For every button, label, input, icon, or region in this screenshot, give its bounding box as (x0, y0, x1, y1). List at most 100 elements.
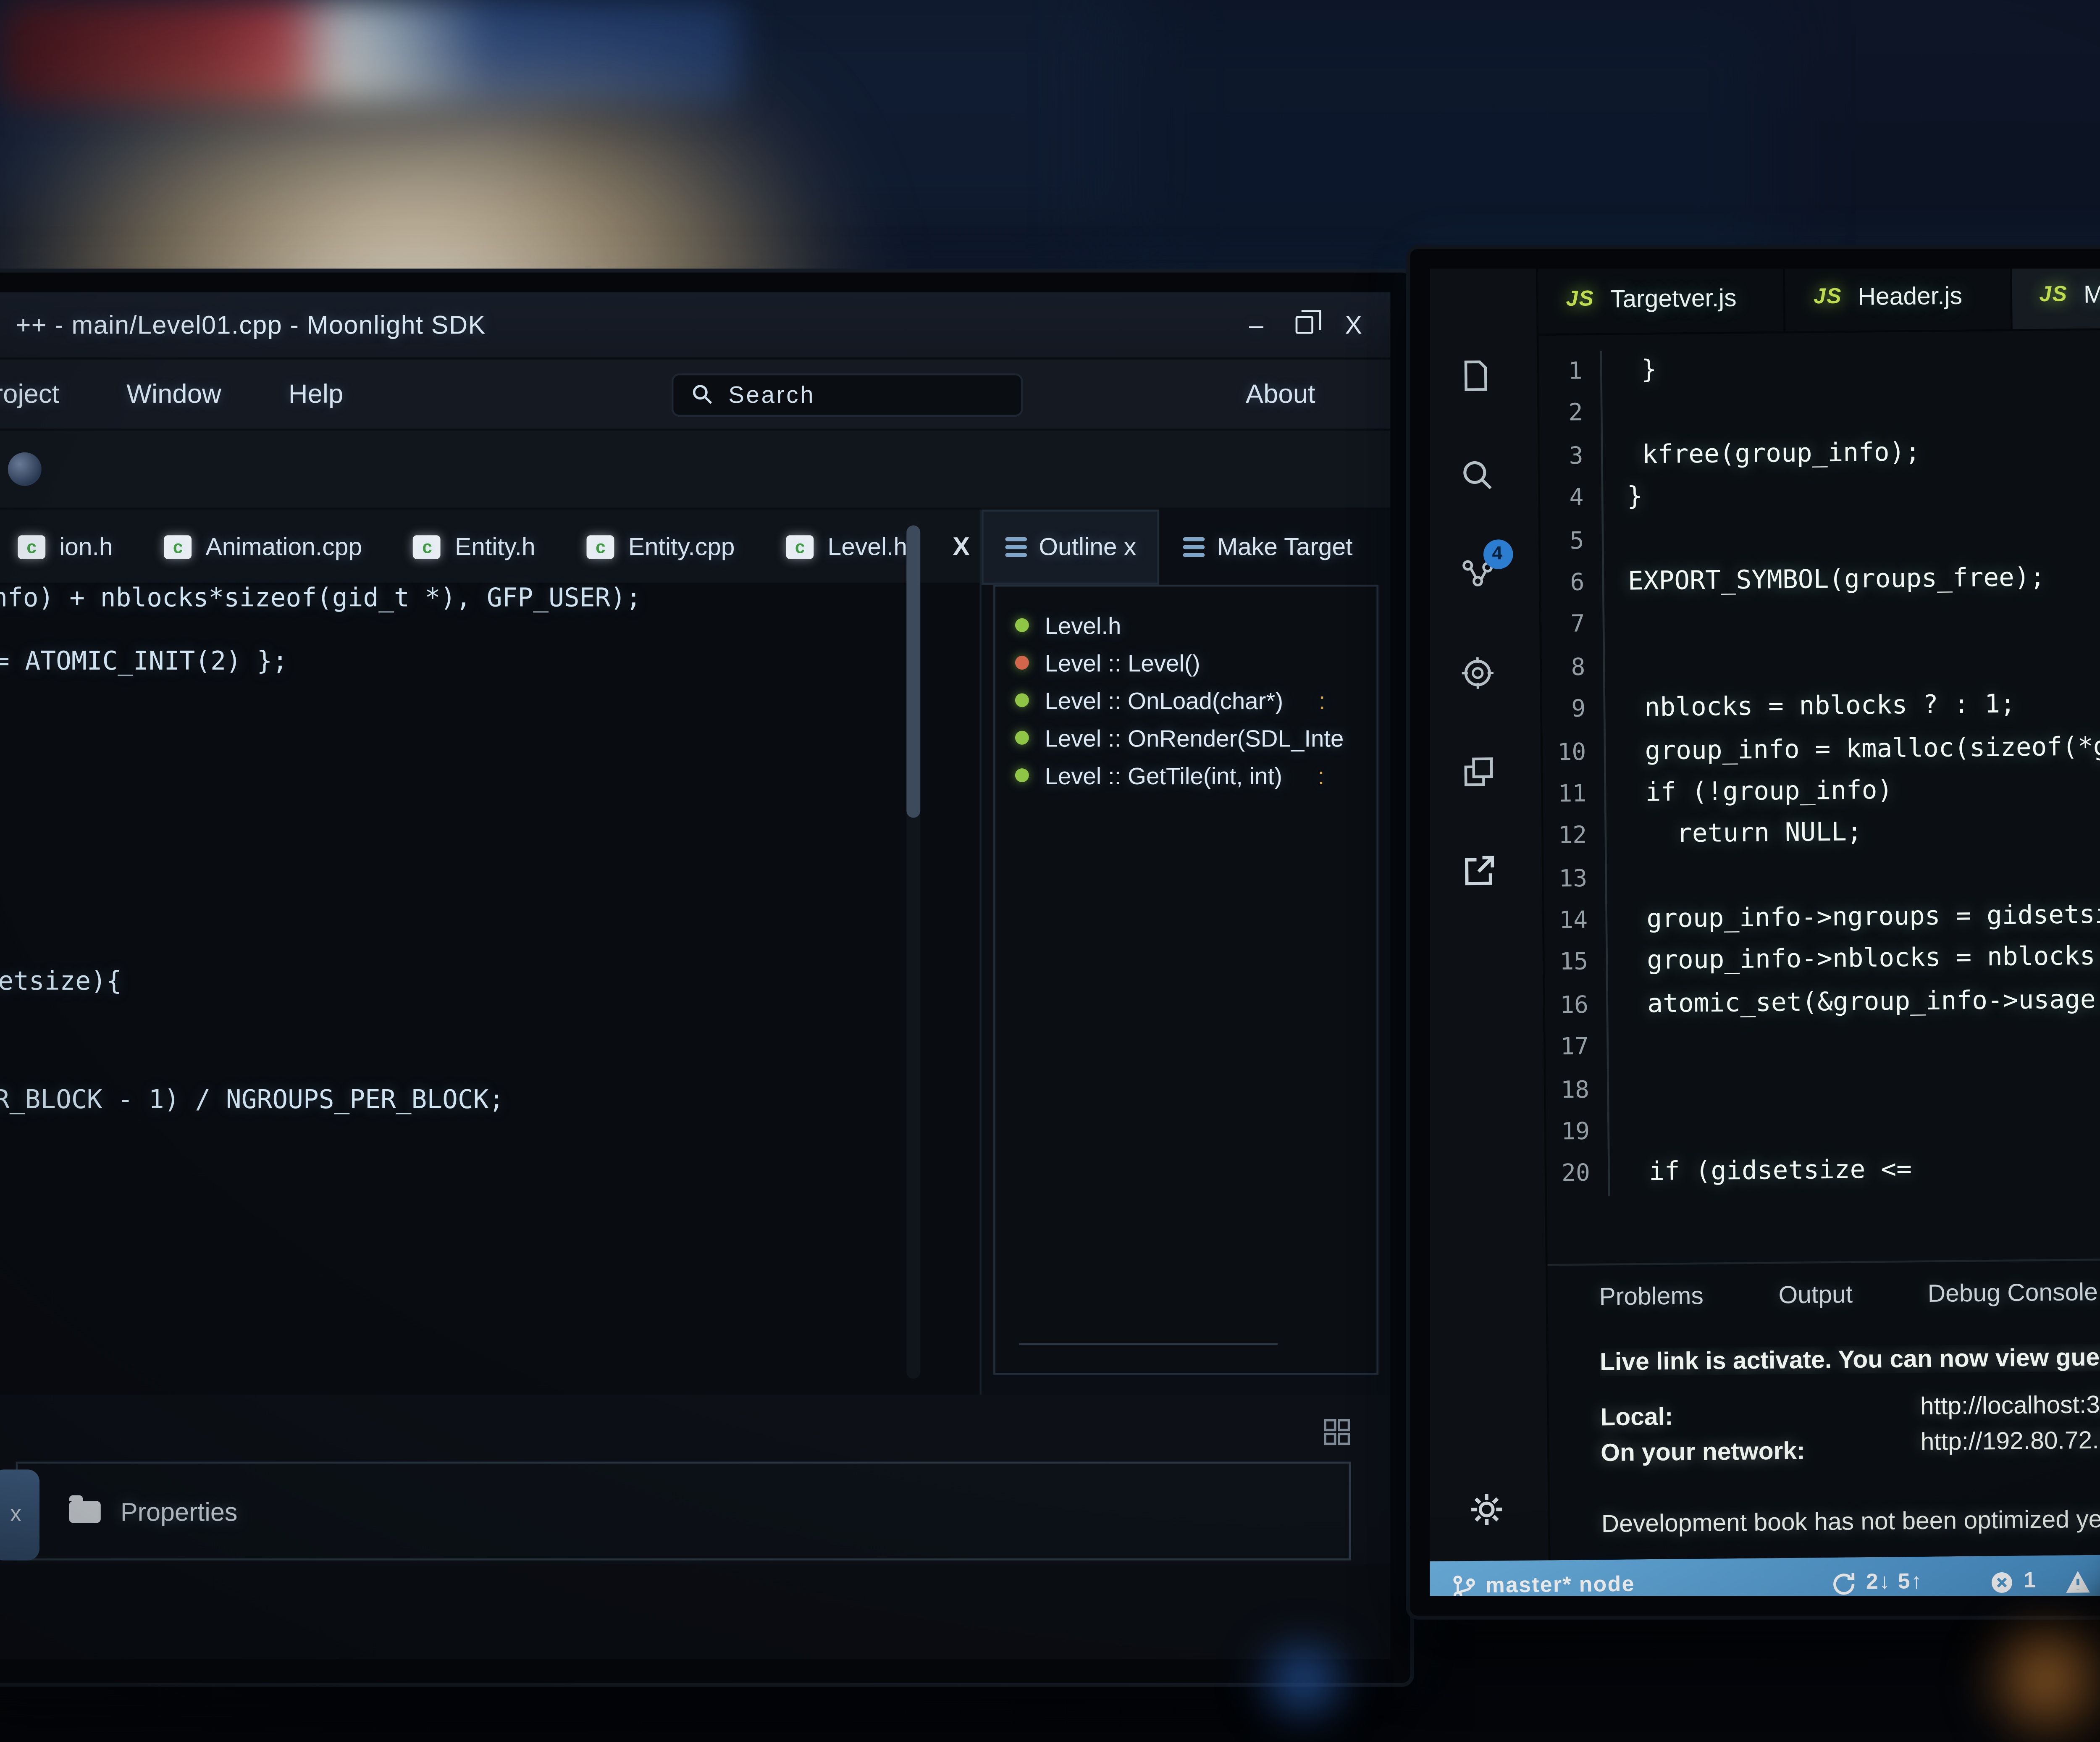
outline-symbol-item[interactable]: Level :: Level() (995, 644, 1377, 681)
symbol-dot-icon (1015, 768, 1029, 782)
file-tab[interactable]: c Entity.cpp (561, 510, 761, 583)
code-row: 14 group_info->ngroups = gidsetsize; (1544, 892, 2100, 943)
tabstrip-close-button[interactable]: X (953, 531, 970, 561)
code-row: 10 group_info = kmalloc(sizeof(*group_in… (1542, 723, 2100, 774)
menu-item-help[interactable]: Help (289, 379, 344, 409)
branch-status[interactable]: master* node (1452, 1572, 1635, 1596)
file-tab-label: Level.h (828, 532, 908, 560)
outline-tab-bar: Outline x Make Target (982, 510, 1390, 585)
terminal-network-url[interactable]: http://192.80.72.55.91:3000 (1920, 1425, 2100, 1456)
error-count: 1 (2024, 1569, 2037, 1593)
right-main: JS Targetver.js JS Header.js (1538, 268, 2100, 1560)
error-icon (1988, 1569, 2014, 1595)
explorer-icon[interactable] (1455, 356, 1495, 396)
terminal-local-label: Local: (1600, 1403, 1673, 1431)
panel-tab[interactable]: Output (1778, 1281, 1853, 1321)
right-code-editor[interactable]: 1 } 2 3 (1538, 327, 2100, 1264)
minimize-button[interactable]: – (1249, 310, 1264, 340)
file-tab[interactable]: c Animation.cpp (139, 510, 388, 583)
code-row: 6 EXPORT_SYMBOL(groups_free); (1541, 554, 2100, 605)
code-row: 3 kfree(group_info); (1540, 427, 2100, 478)
editor-tab[interactable]: JS Targetver.js (1538, 268, 1786, 334)
symbol-label: Level :: GetTile(int, int) (1045, 762, 1282, 789)
layout-grid-icon[interactable] (1323, 1418, 1351, 1446)
outline-symbol-item[interactable]: Level :: OnRender(SDL_Inte (995, 719, 1377, 757)
blurred-background-screen (0, 0, 740, 103)
outline-tab[interactable]: Make Target (1160, 510, 1376, 585)
line-number: 14 (1544, 900, 1607, 943)
file-tab[interactable]: c ion.h (0, 510, 139, 583)
file-tab-label: Entity.cpp (628, 532, 735, 560)
code-row: 2 (1539, 385, 2100, 436)
code-row: 19 (1546, 1103, 2100, 1154)
line-number: 7 (1541, 604, 1605, 647)
panel-tab[interactable]: Debug Console (1927, 1278, 2098, 1319)
close-button[interactable]: X (1345, 310, 1362, 340)
js-file-icon: JS (1814, 284, 1843, 308)
outline-list-icon (1005, 537, 1027, 557)
menu-item-about[interactable]: About (1246, 379, 1315, 409)
panel-side-tab[interactable]: x (0, 1469, 39, 1560)
terminal-local-url[interactable]: http://localhost:3000 (1920, 1390, 2100, 1420)
code-line: etsize){ (0, 968, 122, 998)
symbol-dot-icon (1015, 693, 1029, 707)
code-text (1607, 858, 1631, 900)
line-number: 2 (1539, 393, 1603, 436)
line-number: 4 (1540, 478, 1604, 520)
js-file-icon: JS (1566, 287, 1595, 311)
extensions-icon[interactable] (1459, 751, 1499, 791)
file-tab-label: Animation.cpp (206, 532, 362, 560)
source-control-icon[interactable]: 4 (1457, 553, 1497, 593)
code-line: R_BLOCK - 1) / NGROUPS_PER_BLOCK; (0, 1086, 504, 1116)
outline-symbol-item[interactable]: Level.h (995, 607, 1377, 644)
background-window-reflection (1106, 0, 1777, 276)
code-text: if (gidsetsize <= (1610, 1151, 1912, 1195)
photo-scene: ++ - main/Level01.cpp - Moonlight SDK – … (0, 0, 2100, 1742)
toolbar-avatar-icon[interactable] (8, 452, 42, 486)
code-text: atomic_set(&group_info->usage, 1); (1608, 979, 2100, 1027)
code-row: 7 (1541, 596, 2100, 647)
panel-tab[interactable]: Problems (1599, 1282, 1704, 1322)
code-line: = ATOMIC_INIT(2) }; (0, 648, 288, 678)
left-monitor: ++ - main/Level01.cpp - Moonlight SDK – … (0, 273, 1410, 1683)
menu-item-project[interactable]: Project (0, 379, 59, 409)
outline-symbol-item[interactable]: Level :: OnLoad(char*) : (995, 681, 1377, 719)
sync-status[interactable]: 2↓ 5↑ (1830, 1569, 1923, 1596)
outline-symbol-item[interactable]: Level :: GetTile(int, int) : (995, 757, 1377, 794)
editor-tab[interactable]: JS Map.js × (2011, 268, 2100, 329)
editor-column: c ion.h c Animation.cpp c (0, 510, 979, 1395)
properties-label[interactable]: Properties (121, 1496, 238, 1526)
editor-tab-label: Map.js (2084, 279, 2100, 307)
restore-icon[interactable] (1296, 316, 1313, 334)
code-text (1602, 393, 1626, 435)
code-text: } (1603, 477, 1643, 520)
left-screen-footer (0, 1564, 1390, 1659)
editor-tab-bar: JS Targetver.js JS Header.js (1538, 268, 2100, 336)
code-row: 18 (1546, 1061, 2100, 1112)
cpp-file-icon: c (413, 534, 441, 558)
branch-label: master* node (1486, 1573, 1635, 1596)
left-code-editor[interactable]: = ATOMIC_INIT(2) }; etsize){ R_BLOCK - 1… (0, 585, 979, 1395)
panel-tab-bar: Problems Output Debug Console Terminal (1548, 1257, 2100, 1323)
line-number: 3 (1540, 435, 1603, 478)
outline-symbol-list: Level.h Level :: Level() (993, 585, 1378, 1375)
run-debug-icon[interactable] (1458, 652, 1498, 692)
settings-gear-icon[interactable] (1466, 1490, 1506, 1529)
file-tab[interactable]: c Entity.h (388, 510, 561, 583)
scrollbar-thumb[interactable] (906, 525, 920, 818)
code-text: kfree(group_info); (1603, 432, 1921, 478)
line-number: 12 (1543, 816, 1606, 859)
search-input[interactable]: Search (671, 372, 1023, 415)
outline-tab[interactable]: Outline x (982, 510, 1160, 585)
bottom-panel: Problems Output Debug Console Terminal (1548, 1255, 2100, 1560)
window-controls: – X (1249, 310, 1362, 340)
editor-tab[interactable]: JS Header.js (1785, 268, 2012, 331)
line-number: 17 (1545, 1027, 1609, 1069)
problems-status[interactable]: 1 0 (1988, 1568, 2100, 1595)
open-external-icon[interactable] (1460, 850, 1499, 890)
search-icon[interactable] (1456, 455, 1496, 494)
code-text (1609, 1069, 1633, 1111)
code-row: 11 if (!group_info) (1543, 765, 2100, 817)
code-row: 12 return NULL; (1543, 807, 2100, 859)
menu-item-window[interactable]: Window (126, 379, 221, 409)
